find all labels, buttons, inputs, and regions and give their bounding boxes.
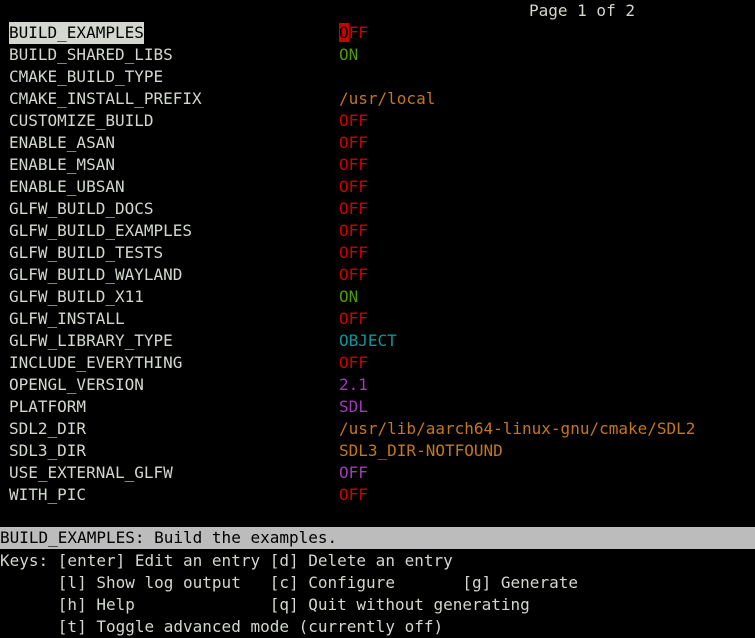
entry-key: USE_EXTERNAL_GLFW xyxy=(9,463,173,482)
entry-value[interactable]: OFF xyxy=(339,264,368,286)
entry-key: GLFW_BUILD_EXAMPLES xyxy=(9,221,193,240)
entry-include-everything[interactable]: INCLUDE_EVERYTHING OFF xyxy=(0,352,755,374)
entry-value[interactable]: OFF xyxy=(339,308,368,330)
entry-key: CMAKE_INSTALL_PREFIX xyxy=(9,89,202,108)
entry-value[interactable]: /usr/lib/aarch64-linux-gnu/cmake/SDL2 xyxy=(339,418,695,440)
entry-glfw-library-type[interactable]: GLFW_LIBRARY_TYPE OBJECT xyxy=(0,330,755,352)
help-line-keys: Keys: [enter] Edit an entry [d] Delete a… xyxy=(0,551,453,570)
entry-glfw-build-docs[interactable]: GLFW_BUILD_DOCS OFF xyxy=(0,198,755,220)
entry-key: WITH_PIC xyxy=(9,485,87,504)
entry-glfw-build-x11[interactable]: GLFW_BUILD_X11 ON xyxy=(0,286,755,308)
entry-build-shared-libs[interactable]: BUILD_SHARED_LIBS ON xyxy=(0,44,755,66)
entry-value[interactable]: OFF xyxy=(339,484,368,506)
entry-value[interactable]: OFF xyxy=(339,220,368,242)
entry-value[interactable]: /usr/local xyxy=(339,88,435,110)
entry-value[interactable]: SDL3_DIR-NOTFOUND xyxy=(339,440,503,462)
entry-glfw-install[interactable]: GLFW_INSTALL OFF xyxy=(0,308,755,330)
entry-platform[interactable]: PLATFORM SDL xyxy=(0,396,755,418)
entry-glfw-build-examples[interactable]: GLFW_BUILD_EXAMPLES OFF xyxy=(0,220,755,242)
entry-value[interactable]: OFF xyxy=(339,176,368,198)
entry-value[interactable]: ON xyxy=(339,44,358,66)
entry-key: PLATFORM xyxy=(9,397,87,416)
help-line-log-configure-generate: [l] Show log output [c] Configure [g] Ge… xyxy=(0,573,578,592)
entry-value-rest: FF xyxy=(348,23,368,42)
entry-key: GLFW_BUILD_TESTS xyxy=(9,243,164,262)
entry-enable-ubsan[interactable]: ENABLE_UBSAN OFF xyxy=(0,176,755,198)
entry-value[interactable]: OBJECT xyxy=(339,330,397,352)
entry-build-examples[interactable]: BUILD_EXAMPLES OFF xyxy=(0,22,755,44)
entry-key: GLFW_BUILD_DOCS xyxy=(9,199,154,218)
entry-value[interactable]: OFF xyxy=(339,352,368,374)
entry-value[interactable]: OFF xyxy=(339,154,368,176)
help-line-toggle-advanced: [t] Toggle advanced mode (currently off) xyxy=(0,617,444,636)
entry-value[interactable]: 2.1 xyxy=(339,374,368,396)
entry-value[interactable]: ON xyxy=(339,286,358,308)
entry-value[interactable]: OFF xyxy=(339,110,368,132)
entry-key: GLFW_BUILD_X11 xyxy=(9,287,144,306)
entry-value[interactable]: OFF xyxy=(339,22,368,44)
entry-key: BUILD_SHARED_LIBS xyxy=(9,45,173,64)
entry-value[interactable]: OFF xyxy=(339,462,368,484)
entry-value[interactable]: OFF xyxy=(339,132,368,154)
entry-key: ENABLE_MSAN xyxy=(9,155,115,174)
entry-value[interactable]: SDL xyxy=(339,396,368,418)
entry-key: CUSTOMIZE_BUILD xyxy=(9,111,154,130)
entry-key: ENABLE_UBSAN xyxy=(9,177,125,196)
entry-enable-asan[interactable]: ENABLE_ASAN OFF xyxy=(0,132,755,154)
entry-key: INCLUDE_EVERYTHING xyxy=(9,353,183,372)
text-cursor: O xyxy=(339,23,349,42)
entry-key: CMAKE_BUILD_TYPE xyxy=(9,67,164,86)
entry-customize-build[interactable]: CUSTOMIZE_BUILD OFF xyxy=(0,110,755,132)
entry-key: SDL3_DIR xyxy=(9,441,87,460)
entry-key: GLFW_INSTALL xyxy=(9,309,125,328)
entry-key: BUILD_EXAMPLES xyxy=(9,22,144,44)
entry-use-external-glfw[interactable]: USE_EXTERNAL_GLFW OFF xyxy=(0,462,755,484)
page-indicator: Page 1 of 2 xyxy=(529,1,635,20)
entry-key: SDL2_DIR xyxy=(9,419,87,438)
entry-sdl3-dir[interactable]: SDL3_DIR SDL3_DIR-NOTFOUND xyxy=(0,440,755,462)
entry-key: GLFW_BUILD_WAYLAND xyxy=(9,265,183,284)
entry-cmake-build-type[interactable]: CMAKE_BUILD_TYPE xyxy=(0,66,755,88)
entry-opengl-version[interactable]: OPENGL_VERSION 2.1 xyxy=(0,374,755,396)
entry-glfw-build-tests[interactable]: GLFW_BUILD_TESTS OFF xyxy=(0,242,755,264)
entry-sdl2-dir[interactable]: SDL2_DIR /usr/lib/aarch64-linux-gnu/cmak… xyxy=(0,418,755,440)
entry-with-pic[interactable]: WITH_PIC OFF xyxy=(0,484,755,506)
entry-value[interactable]: OFF xyxy=(339,198,368,220)
help-line-help-quit: [h] Help [q] Quit without generating xyxy=(0,595,530,614)
entry-key: ENABLE_ASAN xyxy=(9,133,115,152)
entry-key: GLFW_LIBRARY_TYPE xyxy=(9,331,173,350)
status-bar: BUILD_EXAMPLES: Build the examples. xyxy=(0,527,755,549)
entry-value[interactable]: OFF xyxy=(339,242,368,264)
entry-key: OPENGL_VERSION xyxy=(9,375,144,394)
entry-glfw-build-wayland[interactable]: GLFW_BUILD_WAYLAND OFF xyxy=(0,264,755,286)
entry-cmake-install-prefix[interactable]: CMAKE_INSTALL_PREFIX /usr/local xyxy=(0,88,755,110)
entry-enable-msan[interactable]: ENABLE_MSAN OFF xyxy=(0,154,755,176)
